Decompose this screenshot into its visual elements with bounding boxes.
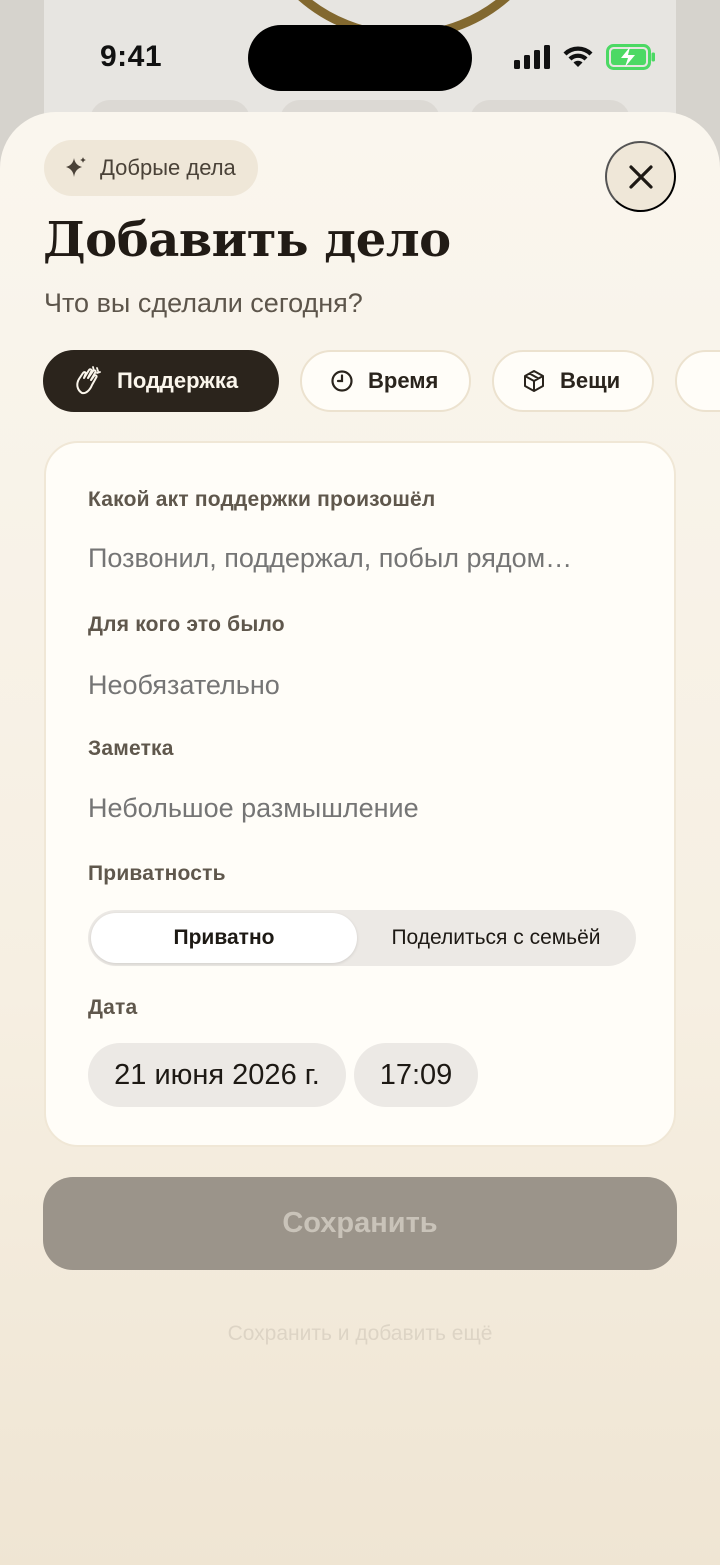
dynamic-island: [248, 25, 472, 91]
category-chip-things[interactable]: Вещи: [492, 350, 654, 412]
category-chip-label: Поддержка: [117, 368, 239, 393]
wifi-icon: [563, 46, 593, 67]
screen: 9:41 Добрые дела Добавить дело Что вы сд…: [0, 0, 720, 1565]
box-icon: [524, 370, 544, 392]
clapping-hands-icon: [76, 366, 101, 395]
cellular-signal-icon: [514, 45, 550, 69]
save-and-add-more-link[interactable]: Сохранить и добавить ещё: [0, 1322, 720, 1346]
privacy-label: Приватность: [88, 862, 226, 885]
date-picker[interactable]: 21 июня 2026 г.: [88, 1043, 346, 1107]
battery-charging-icon: [606, 44, 655, 70]
category-chip-label: Вещи: [560, 368, 621, 393]
category-chip-support[interactable]: Поддержка: [43, 350, 279, 412]
close-icon: [628, 164, 653, 189]
good-deeds-tag: Добрые дела: [44, 140, 258, 196]
page-title: Добавить дело: [43, 212, 451, 268]
save-button[interactable]: Сохранить: [43, 1177, 677, 1270]
act-input[interactable]: [88, 543, 636, 574]
category-chips: Поддержка Время Вещи: [43, 350, 720, 412]
time-picker[interactable]: 17:09: [354, 1043, 478, 1107]
status-time: 9:41: [100, 40, 163, 73]
date-label: Дата: [88, 996, 138, 1019]
good-deeds-tag-label: Добрые дела: [100, 155, 236, 180]
note-input[interactable]: [88, 793, 636, 824]
page-subtitle: Что вы сделали сегодня?: [44, 288, 363, 318]
category-chip-time[interactable]: Время: [300, 350, 471, 412]
close-button[interactable]: [605, 141, 676, 212]
category-chip-more[interactable]: [675, 350, 720, 412]
privacy-option-private[interactable]: Приватно: [91, 913, 357, 963]
note-label: Заметка: [88, 737, 174, 760]
privacy-option-share-family[interactable]: Поделиться с семьёй: [360, 913, 632, 963]
recipient-label: Для кого это было: [88, 613, 285, 636]
act-label: Какой акт поддержки произошёл: [88, 488, 436, 511]
deed-form-card: Какой акт поддержки произошёл Для кого э…: [44, 441, 676, 1147]
category-chip-label: Время: [368, 368, 439, 393]
clock-icon: [331, 370, 353, 392]
privacy-segmented-control: Приватно Поделиться с семьёй: [88, 910, 636, 966]
status-icons: [514, 44, 656, 70]
sparkles-icon: [66, 157, 86, 177]
recipient-input[interactable]: [88, 670, 636, 701]
